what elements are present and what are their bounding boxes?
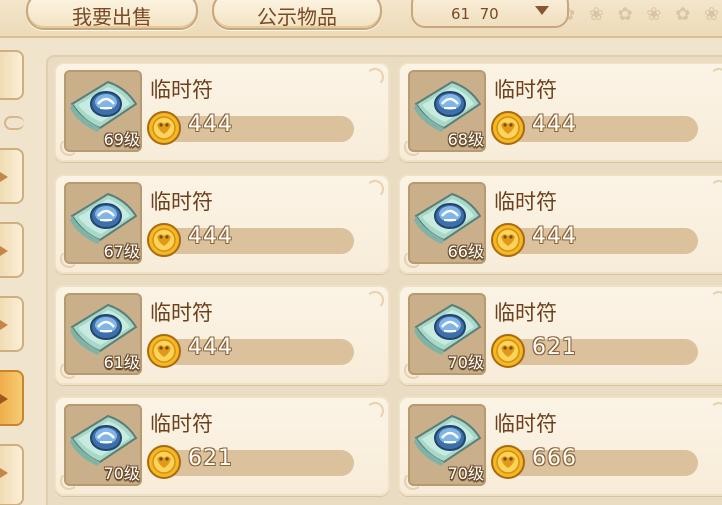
item-name: 临时符 bbox=[150, 78, 213, 102]
item-price: 666 bbox=[532, 446, 577, 471]
item-card[interactable]: 61级 临时符 444 bbox=[54, 285, 390, 385]
item-card[interactable]: 70级 临时符 621 bbox=[54, 396, 390, 496]
caret-down-icon bbox=[535, 6, 549, 15]
item-name: 临时符 bbox=[150, 190, 213, 214]
tab-public-items[interactable]: 公示物品 bbox=[212, 0, 382, 30]
item-slot[interactable]: 69级 bbox=[64, 70, 142, 152]
arrow-icon bbox=[0, 394, 8, 404]
item-price: 444 bbox=[188, 335, 233, 360]
side-tab-6[interactable] bbox=[0, 444, 24, 505]
item-price: 444 bbox=[188, 224, 233, 249]
gold-coin-icon bbox=[491, 223, 525, 257]
item-level: 66级 bbox=[447, 242, 484, 261]
item-card[interactable]: 68级 临时符 444 bbox=[398, 62, 722, 162]
item-card[interactable]: 70级 临时符 621 bbox=[398, 285, 722, 385]
item-card[interactable]: 69级 临时符 444 bbox=[54, 62, 390, 162]
item-card[interactable]: 70级 临时符 666 bbox=[398, 396, 722, 496]
item-price: 444 bbox=[188, 112, 233, 137]
arrow-icon bbox=[0, 172, 8, 182]
item-level: 70级 bbox=[447, 464, 484, 483]
side-tab-3[interactable] bbox=[0, 222, 24, 278]
side-tab-1[interactable] bbox=[0, 50, 24, 100]
item-level: 61级 bbox=[103, 353, 140, 372]
tab-sell[interactable]: 我要出售 bbox=[26, 0, 198, 30]
item-card[interactable]: 67级 临时符 444 bbox=[54, 174, 390, 274]
header-pattern: ✿ ❀ ✿ ❀ ✿ ❀ bbox=[560, 4, 722, 25]
item-slot[interactable]: 67级 bbox=[64, 182, 142, 264]
item-slot[interactable]: 70级 bbox=[64, 404, 142, 486]
arrow-icon bbox=[0, 246, 8, 256]
gold-coin-icon bbox=[147, 334, 181, 368]
gold-coin-icon bbox=[147, 445, 181, 479]
item-level: 70级 bbox=[103, 464, 140, 483]
gold-coin-icon bbox=[147, 223, 181, 257]
level-range-value: 61 70 bbox=[451, 5, 499, 23]
item-name: 临时符 bbox=[494, 78, 557, 102]
item-name: 临时符 bbox=[494, 190, 557, 214]
item-level: 67级 bbox=[103, 242, 140, 261]
item-level: 70级 bbox=[447, 353, 484, 372]
gold-coin-icon bbox=[491, 445, 525, 479]
item-price: 621 bbox=[532, 335, 577, 360]
item-card[interactable]: 66级 临时符 444 bbox=[398, 174, 722, 274]
item-name: 临时符 bbox=[494, 301, 557, 325]
side-tab-2[interactable] bbox=[0, 148, 24, 204]
gold-coin-icon bbox=[491, 111, 525, 145]
item-price: 621 bbox=[188, 446, 233, 471]
item-slot[interactable]: 68级 bbox=[408, 70, 486, 152]
gold-coin-icon bbox=[491, 334, 525, 368]
item-name: 临时符 bbox=[150, 301, 213, 325]
item-slot[interactable]: 70级 bbox=[408, 293, 486, 375]
item-slot[interactable]: 66级 bbox=[408, 182, 486, 264]
gold-coin-icon bbox=[147, 111, 181, 145]
item-name: 临时符 bbox=[494, 412, 557, 436]
arrow-icon bbox=[0, 468, 8, 478]
item-level: 69级 bbox=[103, 130, 140, 149]
item-price: 444 bbox=[532, 112, 577, 137]
top-bar: ✿ ❀ ✿ ❀ ✿ ❀ 我要出售 公示物品 61 70 bbox=[0, 0, 722, 38]
arrow-icon bbox=[0, 320, 8, 330]
item-slot[interactable]: 70级 bbox=[408, 404, 486, 486]
item-level: 68级 bbox=[447, 130, 484, 149]
item-slot[interactable]: 61级 bbox=[64, 293, 142, 375]
level-range-dropdown[interactable]: 61 70 bbox=[411, 0, 569, 28]
side-tab-4[interactable] bbox=[0, 296, 24, 352]
item-name: 临时符 bbox=[150, 412, 213, 436]
side-ornament bbox=[4, 116, 24, 130]
side-tab-5-active[interactable] bbox=[0, 370, 24, 426]
item-price: 444 bbox=[532, 224, 577, 249]
